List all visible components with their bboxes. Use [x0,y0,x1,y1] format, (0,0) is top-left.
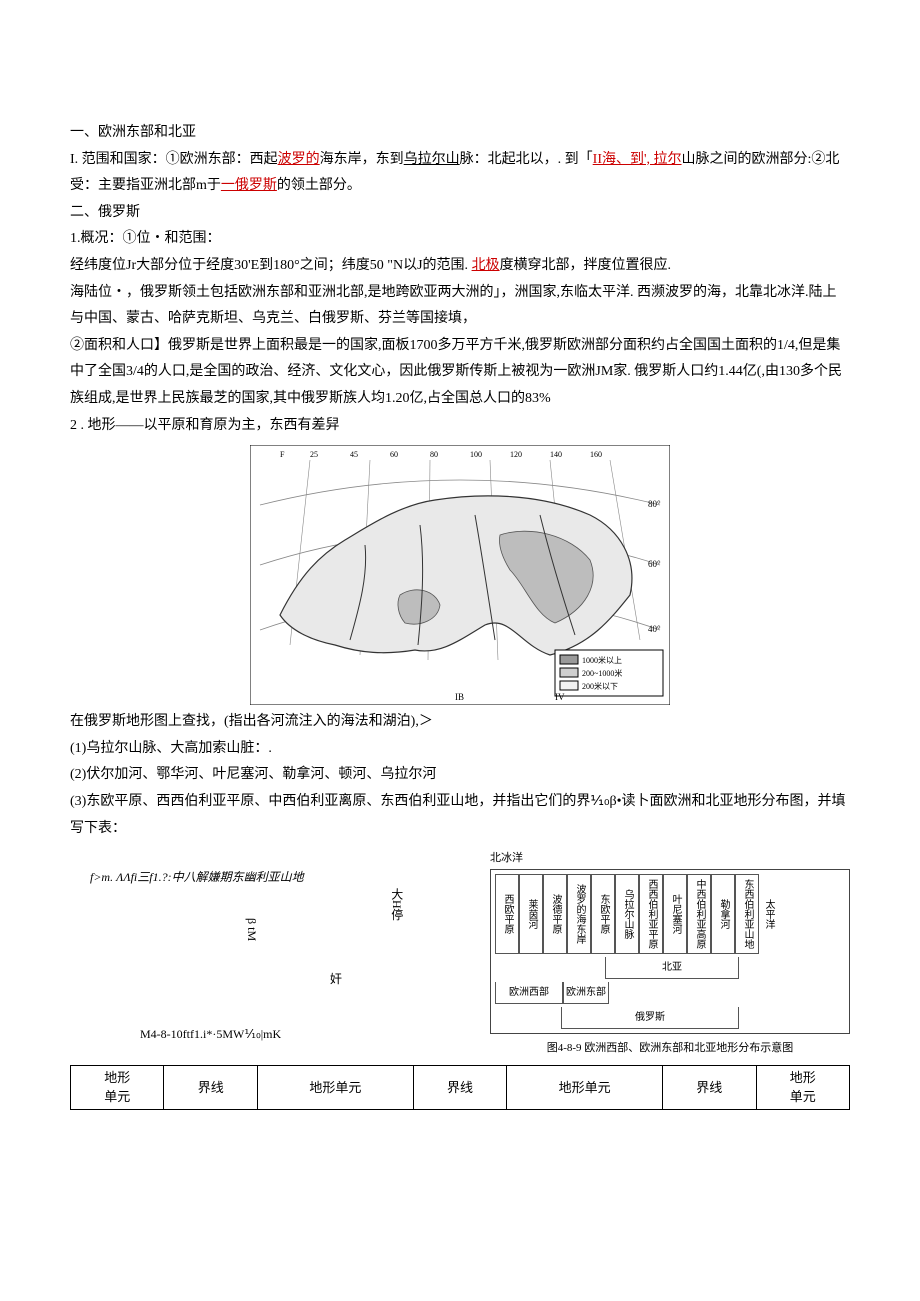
svg-text:IV: IV [555,692,565,702]
b-eu-west: 欧洲西部 [495,982,563,1004]
col-csiberia-plateau: 中西伯利亚高原 [687,874,711,954]
section1-body: I. 范围和国家：①欧洲东部：西起波罗的海东岸，东到乌拉尔山脉：北起北以，. 到… [70,147,850,200]
txt: 海东岸，东到 [320,152,404,167]
russia-map: F 25 45 60 80 100 120 140 160 80° 60° 40° [250,445,670,705]
bottom-figures: f>m. ΛΛfi三f1.?:中八解嫌期东幽利亚山地 大H停 β tM 奸 M4… [70,848,850,1059]
col-pacific: 太平洋 [759,874,777,954]
th-unit1: 地形单元 [71,1065,164,1109]
dg-top: 北冰洋 [490,848,850,869]
th-unit4: 地形单元 [756,1065,850,1109]
lf-line1: f>m. ΛΛfi三f1.?:中八解嫌期东幽利亚山地 [90,866,304,889]
q2: (2)伏尔加河、鄂华河、叶尼塞河、勒拿河、顿河、乌拉尔河 [70,762,850,789]
section2-title: 二、俄罗斯 [70,200,850,227]
b-eu-east: 欧洲东部 [563,982,609,1004]
svg-text:F: F [280,450,285,459]
col-wsiberia-plain: 西西伯利亚平原 [639,874,663,954]
right-diagram: 北冰洋 西欧平原 莱茵河 波德平原 波罗的海东岸 东欧平原 乌拉尔山脉 西西伯利… [490,848,850,1059]
txt: 的领土部分。 [277,178,361,193]
txt: 经纬度位Jr大部分位于经度30'E到180°之间；纬度50 "N以J的范围. [70,258,472,273]
kw-arctic: 北极 [472,258,500,273]
txt: I. 范围和国家：①欧洲东部：西起 [70,152,278,167]
terrain-heading: 2 . 地形——以平原和育原为主，东西有差舁 [70,413,850,440]
svg-text:140: 140 [550,450,562,459]
col-baltic-coast: 波罗的海东岸 [567,874,591,954]
col-esiberia-mtn: 东西伯利亚山地 [735,874,759,954]
lf-caption: M4-8-10ftf1.i*·5MW⅒|mK [140,1023,281,1046]
latlon-line: 经纬度位Jr大部分位于经度30'E到180°之间；纬度50 "N以J的范围. 北… [70,253,850,280]
left-figure: f>m. ΛΛfi三f1.?:中八解嫌期东幽利亚山地 大H停 β tM 奸 M4… [70,848,470,1048]
col-rhine: 莱茵河 [519,874,543,954]
svg-text:60°: 60° [648,559,661,569]
col-westeu-plain: 西欧平原 [495,874,519,954]
svg-text:80: 80 [430,450,438,459]
th-border2: 界线 [413,1065,506,1109]
lf-v3: 奸 [330,968,342,991]
th-border3: 界线 [663,1065,756,1109]
svg-text:1000米以上: 1000米以上 [582,655,622,665]
svg-text:100: 100 [470,450,482,459]
th-unit2: 地形单元 [257,1065,413,1109]
q3: (3)东欧平原、西西伯利亚平原、中西伯利亚离原、东西伯利亚山地，并指出它们的界⅒… [70,789,850,842]
kw-russia: 一俄罗斯 [221,178,277,193]
txt: 度横穿北部，拌度位置很应. [500,258,672,273]
svg-text:200~1000米: 200~1000米 [582,668,622,678]
th-border1: 界线 [164,1065,257,1109]
section1-title: 一、欧洲东部和北亚 [70,120,850,147]
col-lena: 勒拿河 [711,874,735,954]
q1: (1)乌拉尔山脉、大高加索山脏：. [70,736,850,763]
after-map-intro: 在俄罗斯地形图上查找，(指出各河流注入的海法和湖泊),＞ [70,709,850,736]
b-russia: 俄罗斯 [561,1007,739,1029]
svg-text:25: 25 [310,450,318,459]
col-easteu-plain: 东欧平原 [591,874,615,954]
fill-table: 地形单元 界线 地形单元 界线 地形单元 界线 地形单元 [70,1065,850,1110]
lf-v2: β tM [240,918,263,941]
b-north-asia: 北亚 [605,957,739,979]
kw-ural: 乌拉尔山 [404,152,460,167]
svg-text:200米以下: 200米以下 [582,681,618,691]
sea-land: 海陆位・，俄罗斯领土包括欧洲东部和亚洲北部,是地跨欧亚两大洲的」，洲国家,东临太… [70,280,850,333]
overview-heading: 1.概况：①位・和范围： [70,226,850,253]
txt: 脉：北起北以，. 到「 [460,152,593,167]
dg-caption: 图4-8-9 欧洲西部、欧洲东部和北亚地形分布示意图 [490,1038,850,1059]
svg-text:60: 60 [390,450,398,459]
svg-text:120: 120 [510,450,522,459]
col-yenisei: 叶尼塞河 [663,874,687,954]
area-pop: ②面积和人口】俄罗斯是世界上面积最是一的国家,面板1700多万平方千米,俄罗斯欧… [70,333,850,413]
svg-text:IB: IB [455,692,464,702]
svg-text:40°: 40° [648,624,661,634]
th-unit3: 地形单元 [507,1065,663,1109]
svg-text:160: 160 [590,450,602,459]
svg-text:80°: 80° [648,499,661,509]
svg-text:45: 45 [350,450,358,459]
col-ural-mtn: 乌拉尔山脉 [615,874,639,954]
col-bode-plain: 波德平原 [543,874,567,954]
lf-v1: 大H停 [385,888,408,921]
kw-baltic: 波罗的 [278,152,320,167]
kw-sea-ural: II海、到', 拉尔 [593,152,682,167]
